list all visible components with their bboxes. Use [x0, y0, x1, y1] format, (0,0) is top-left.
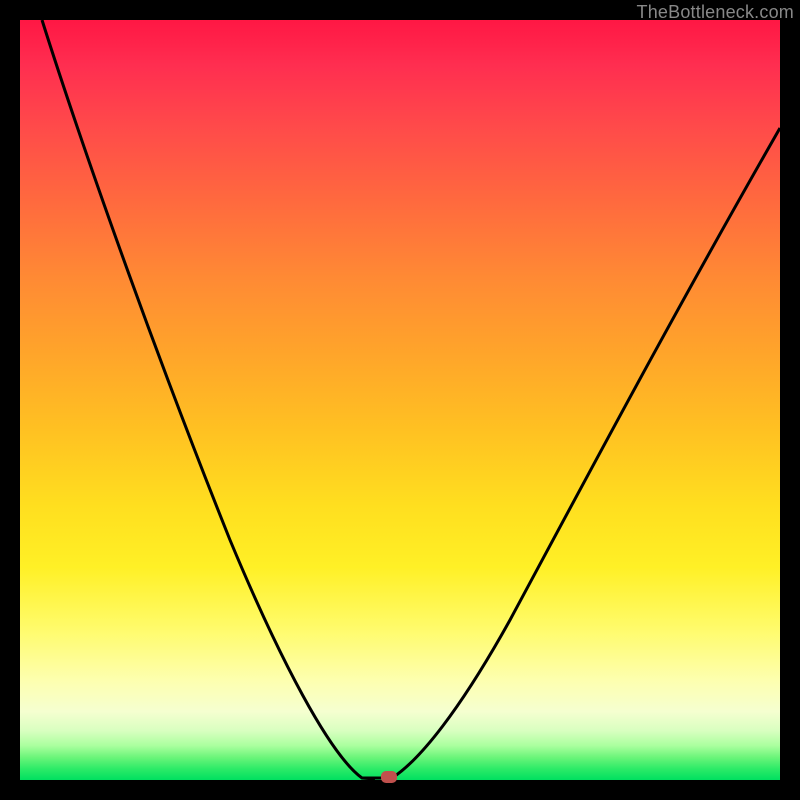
plot-area: [20, 20, 780, 780]
curve-right-branch: [392, 128, 780, 778]
bottleneck-curve: [20, 20, 780, 780]
curve-left-branch: [42, 20, 375, 779]
chart-frame: TheBottleneck.com: [0, 0, 800, 800]
optimal-marker: [381, 771, 397, 783]
